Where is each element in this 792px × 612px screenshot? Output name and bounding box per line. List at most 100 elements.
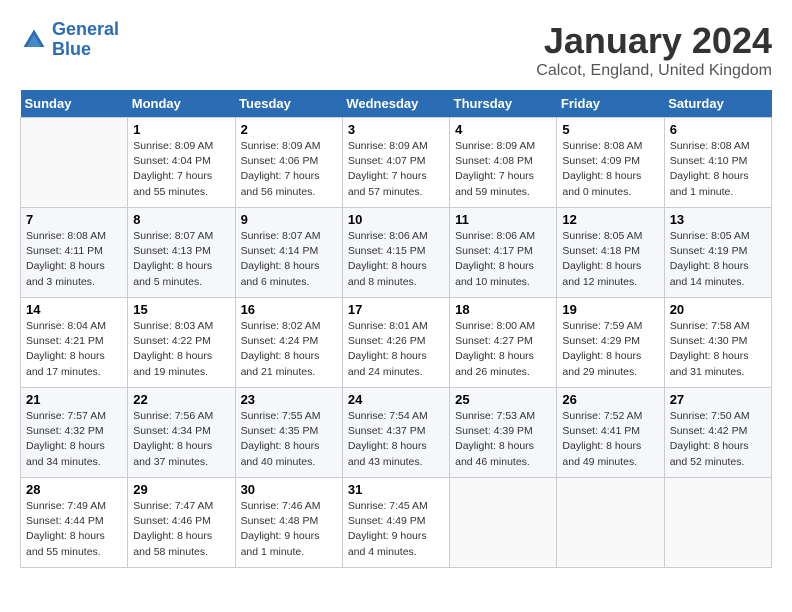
day-info: Sunrise: 7:56 AMSunset: 4:34 PMDaylight:… [133,409,229,470]
calendar-week-5: 28 Sunrise: 7:49 AMSunset: 4:44 PMDayligh… [21,478,772,568]
day-info: Sunrise: 8:05 AMSunset: 4:19 PMDaylight:… [670,229,766,290]
day-number: 22 [133,392,229,407]
day-info: Sunrise: 8:08 AMSunset: 4:09 PMDaylight:… [562,139,658,200]
day-info: Sunrise: 7:47 AMSunset: 4:46 PMDaylight:… [133,499,229,560]
day-number: 15 [133,302,229,317]
day-info: Sunrise: 8:07 AMSunset: 4:14 PMDaylight:… [241,229,337,290]
calendar-header-row: SundayMondayTuesdayWednesdayThursdayFrid… [21,90,772,118]
day-header-monday: Monday [128,90,235,118]
day-info: Sunrise: 8:03 AMSunset: 4:22 PMDaylight:… [133,319,229,380]
calendar-table: SundayMondayTuesdayWednesdayThursdayFrid… [20,90,772,568]
day-number: 14 [26,302,122,317]
logo-line2: Blue [52,39,91,59]
day-info: Sunrise: 8:09 AMSunset: 4:06 PMDaylight:… [241,139,337,200]
day-number: 28 [26,482,122,497]
calendar-cell: 19 Sunrise: 7:59 AMSunset: 4:29 PMDayligh… [557,298,664,388]
calendar-cell [450,478,557,568]
day-number: 31 [348,482,444,497]
calendar-cell: 26Sunrise: 7:52 AMSunset: 4:41 PMDayligh… [557,388,664,478]
title-section: January 2024 Calcot, England, United Kin… [536,20,772,80]
calendar-cell: 12 Sunrise: 8:05 AMSunset: 4:18 PMDayligh… [557,208,664,298]
calendar-cell: 8Sunrise: 8:07 AMSunset: 4:13 PMDaylight… [128,208,235,298]
day-number: 17 [348,302,444,317]
calendar-cell: 17Sunrise: 8:01 AMSunset: 4:26 PMDayligh… [342,298,449,388]
calendar-body: 1 Sunrise: 8:09 AMSunset: 4:04 PMDaylight… [21,118,772,568]
day-info: Sunrise: 8:02 AMSunset: 4:24 PMDaylight:… [241,319,337,380]
day-info: Sunrise: 8:09 AMSunset: 4:04 PMDaylight:… [133,139,229,200]
calendar-cell: 25Sunrise: 7:53 AMSunset: 4:39 PMDayligh… [450,388,557,478]
day-info: Sunrise: 7:58 AMSunset: 4:30 PMDaylight:… [670,319,766,380]
calendar-title: January 2024 [536,20,772,62]
day-number: 6 [670,122,766,137]
day-header-friday: Friday [557,90,664,118]
day-number: 29 [133,482,229,497]
day-header-tuesday: Tuesday [235,90,342,118]
day-number: 27 [670,392,766,407]
day-info: Sunrise: 7:57 AMSunset: 4:32 PMDaylight:… [26,409,122,470]
day-number: 7 [26,212,122,227]
day-number: 3 [348,122,444,137]
day-number: 26 [562,392,658,407]
calendar-subtitle: Calcot, England, United Kingdom [536,62,772,80]
calendar-week-1: 1 Sunrise: 8:09 AMSunset: 4:04 PMDaylight… [21,118,772,208]
day-info: Sunrise: 7:45 AMSunset: 4:49 PMDaylight:… [348,499,444,560]
day-number: 30 [241,482,337,497]
day-number: 16 [241,302,337,317]
calendar-cell: 3 Sunrise: 8:09 AMSunset: 4:07 PMDaylight… [342,118,449,208]
day-number: 20 [670,302,766,317]
day-info: Sunrise: 8:09 AMSunset: 4:07 PMDaylight:… [348,139,444,200]
day-number: 23 [241,392,337,407]
day-info: Sunrise: 8:05 AMSunset: 4:18 PMDaylight:… [562,229,658,290]
calendar-cell: 22 Sunrise: 7:56 AMSunset: 4:34 PMDayligh… [128,388,235,478]
calendar-cell: 20 Sunrise: 7:58 AMSunset: 4:30 PMDayligh… [664,298,771,388]
calendar-cell: 30 Sunrise: 7:46 AMSunset: 4:48 PMDayligh… [235,478,342,568]
calendar-week-2: 7 Sunrise: 8:08 AMSunset: 4:11 PMDaylight… [21,208,772,298]
day-number: 5 [562,122,658,137]
day-number: 12 [562,212,658,227]
day-info: Sunrise: 7:59 AMSunset: 4:29 PMDaylight:… [562,319,658,380]
day-info: Sunrise: 8:09 AMSunset: 4:08 PMDaylight:… [455,139,551,200]
day-info: Sunrise: 7:54 AMSunset: 4:37 PMDaylight:… [348,409,444,470]
logo-text: General Blue [52,20,119,60]
logo-icon [20,26,48,54]
day-number: 9 [241,212,337,227]
calendar-cell: 21Sunrise: 7:57 AMSunset: 4:32 PMDayligh… [21,388,128,478]
calendar-cell: 14 Sunrise: 8:04 AMSunset: 4:21 PMDayligh… [21,298,128,388]
calendar-cell: 24 Sunrise: 7:54 AMSunset: 4:37 PMDayligh… [342,388,449,478]
calendar-cell: 10 Sunrise: 8:06 AMSunset: 4:15 PMDayligh… [342,208,449,298]
day-info: Sunrise: 8:04 AMSunset: 4:21 PMDaylight:… [26,319,122,380]
day-number: 18 [455,302,551,317]
calendar-cell: 27 Sunrise: 7:50 AMSunset: 4:42 PMDayligh… [664,388,771,478]
day-info: Sunrise: 8:08 AMSunset: 4:11 PMDaylight:… [26,229,122,290]
day-number: 10 [348,212,444,227]
day-number: 13 [670,212,766,227]
calendar-cell: 16 Sunrise: 8:02 AMSunset: 4:24 PMDayligh… [235,298,342,388]
calendar-cell [21,118,128,208]
day-info: Sunrise: 7:49 AMSunset: 4:44 PMDaylight:… [26,499,122,560]
calendar-cell: 5 Sunrise: 8:08 AMSunset: 4:09 PMDaylight… [557,118,664,208]
day-info: Sunrise: 7:46 AMSunset: 4:48 PMDaylight:… [241,499,337,560]
day-info: Sunrise: 7:50 AMSunset: 4:42 PMDaylight:… [670,409,766,470]
logo-line1: General [52,19,119,39]
day-header-saturday: Saturday [664,90,771,118]
day-number: 25 [455,392,551,407]
day-info: Sunrise: 8:00 AMSunset: 4:27 PMDaylight:… [455,319,551,380]
day-number: 24 [348,392,444,407]
calendar-cell: 28 Sunrise: 7:49 AMSunset: 4:44 PMDayligh… [21,478,128,568]
day-info: Sunrise: 8:06 AMSunset: 4:17 PMDaylight:… [455,229,551,290]
calendar-week-4: 21Sunrise: 7:57 AMSunset: 4:32 PMDayligh… [21,388,772,478]
day-info: Sunrise: 8:06 AMSunset: 4:15 PMDaylight:… [348,229,444,290]
day-header-thursday: Thursday [450,90,557,118]
calendar-cell: 2 Sunrise: 8:09 AMSunset: 4:06 PMDaylight… [235,118,342,208]
calendar-cell: 18 Sunrise: 8:00 AMSunset: 4:27 PMDayligh… [450,298,557,388]
day-info: Sunrise: 8:07 AMSunset: 4:13 PMDaylight:… [133,229,229,290]
calendar-cell: 13 Sunrise: 8:05 AMSunset: 4:19 PMDayligh… [664,208,771,298]
calendar-cell: 29 Sunrise: 7:47 AMSunset: 4:46 PMDayligh… [128,478,235,568]
day-number: 2 [241,122,337,137]
day-info: Sunrise: 7:55 AMSunset: 4:35 PMDaylight:… [241,409,337,470]
day-number: 1 [133,122,229,137]
day-header-sunday: Sunday [21,90,128,118]
day-info: Sunrise: 8:08 AMSunset: 4:10 PMDaylight:… [670,139,766,200]
calendar-cell: 1 Sunrise: 8:09 AMSunset: 4:04 PMDaylight… [128,118,235,208]
day-number: 19 [562,302,658,317]
